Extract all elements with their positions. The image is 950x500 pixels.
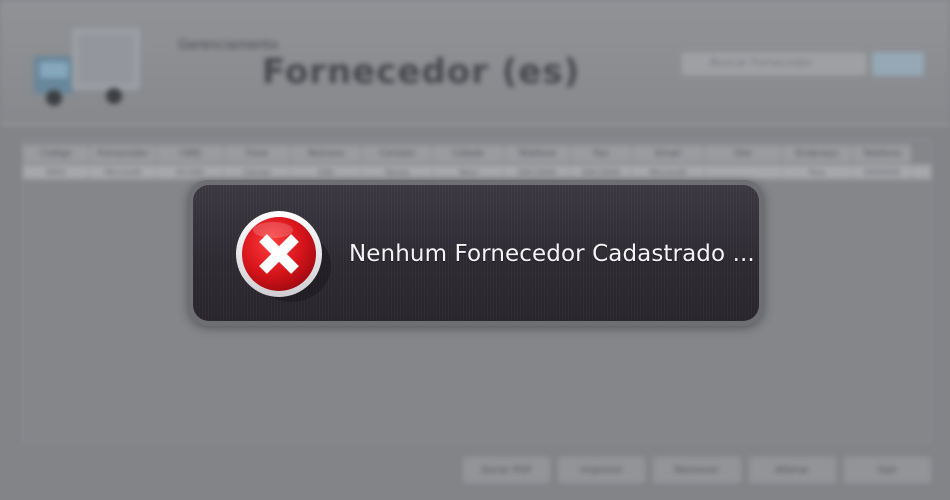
error-x-icon bbox=[236, 211, 331, 302]
error-message: Nenhum Fornecedor Cadastrado ... bbox=[349, 241, 755, 267]
error-dialog: Nenhum Fornecedor Cadastrado ... bbox=[188, 180, 764, 326]
app-window: Gerenciamento Fornecedor (es) Buscar For… bbox=[0, 0, 950, 500]
error-dialog-panel: Nenhum Fornecedor Cadastrado ... bbox=[193, 185, 759, 321]
